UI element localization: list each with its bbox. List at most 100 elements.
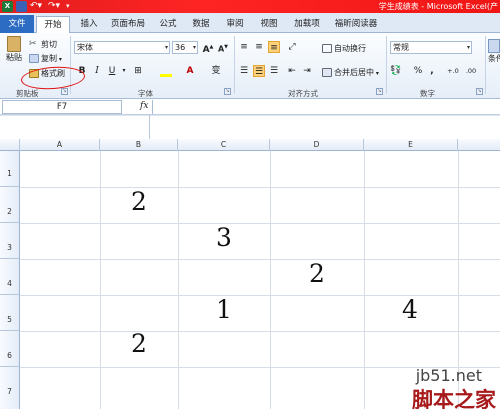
ribbon: 粘贴 ✂ 剪切 复制 ▾ 格式刷 剪贴板 ↘ 宋体 ▾ 36 ▾ A▲ A▼ B I … [0, 33, 500, 99]
paste-button[interactable]: 粘贴 [3, 36, 25, 62]
italic-button[interactable]: I [91, 65, 103, 77]
align-center-icon[interactable]: ☰ [253, 65, 265, 77]
cell-b2[interactable]: 2 [119, 187, 159, 216]
row-header-1[interactable]: 1 [0, 151, 20, 187]
number-group-label: 数字 [420, 89, 435, 98]
font-size-select[interactable]: 36 ▾ [172, 41, 198, 54]
merge-cells-icon [322, 68, 332, 77]
cut-button[interactable]: ✂ 剪切 [29, 39, 57, 50]
row-header-2[interactable]: 2 [0, 187, 20, 223]
dialog-launcher-icon[interactable]: ↘ [376, 88, 383, 95]
font-name-value: 宋体 [77, 43, 93, 52]
currency-icon[interactable]: 💱 [390, 65, 402, 77]
percent-button[interactable]: % [412, 65, 424, 77]
font-name-select[interactable]: 宋体 ▾ [74, 41, 170, 54]
tab-foxit-reader[interactable]: 福昕阅读器 [330, 16, 382, 33]
scissors-icon: ✂ [29, 39, 37, 49]
tab-formulas[interactable]: 公式 [155, 16, 181, 33]
column-header-c[interactable]: C [178, 139, 270, 151]
row-header-7[interactable]: 7 [0, 367, 20, 409]
column-headers: A B C D E [0, 139, 500, 151]
formula-input[interactable] [152, 100, 498, 114]
align-middle-icon[interactable]: ≡ [253, 41, 265, 53]
gridline [178, 151, 179, 409]
cell-c5[interactable]: 1 [204, 295, 244, 324]
column-header-e[interactable]: E [364, 139, 458, 151]
cell-b6[interactable]: 2 [119, 329, 159, 358]
row-header-6[interactable]: 6 [0, 331, 20, 367]
column-header-a[interactable]: A [20, 139, 100, 151]
name-box[interactable]: F7 [2, 100, 122, 114]
column-header-b[interactable]: B [100, 139, 178, 151]
customize-quick-access-icon[interactable]: ▾ [66, 1, 77, 12]
increase-decimal-button[interactable]: +.0 [445, 65, 461, 77]
cell-e5[interactable]: 4 [390, 295, 430, 324]
font-group-label: 字体 [138, 89, 153, 98]
tab-review[interactable]: 审阅 [222, 16, 248, 33]
name-box-area [0, 115, 150, 139]
dialog-launcher-icon[interactable]: ↘ [476, 88, 483, 95]
align-right-icon[interactable]: ☰ [268, 65, 280, 77]
font-color-icon[interactable]: A [184, 65, 196, 77]
tab-insert[interactable]: 插入 [76, 16, 102, 33]
number-format-value: 常规 [393, 43, 409, 52]
paste-icon [7, 36, 21, 52]
orientation-icon[interactable]: ⤢ [286, 41, 298, 53]
tab-data[interactable]: 数据 [188, 16, 214, 33]
copy-button[interactable]: 复制 ▾ [29, 53, 62, 64]
gridline [364, 151, 365, 409]
tab-addins[interactable]: 加载项 [290, 16, 324, 33]
align-top-icon[interactable]: ≡ [238, 41, 250, 53]
cell-c3[interactable]: 3 [204, 223, 244, 252]
chevron-down-icon: ▾ [164, 44, 168, 51]
alignment-group-label: 对齐方式 [288, 89, 318, 98]
chevron-down-icon[interactable]: ▾ [118, 65, 130, 77]
shrink-font-button[interactable]: A▼ [217, 41, 229, 54]
underline-button[interactable]: U [106, 65, 118, 77]
comma-button[interactable]: , [426, 65, 438, 77]
phonetic-button[interactable]: 变 [210, 65, 222, 77]
merge-center-button[interactable]: 合并后居中 ▾ [322, 67, 379, 78]
undo-icon[interactable]: ↶▾ [30, 1, 44, 12]
number-format-select[interactable]: 常规 ▾ [390, 41, 472, 54]
decrease-decimal-button[interactable]: .00 [463, 65, 479, 77]
watermark-site: jb51.net [415, 366, 482, 385]
tab-page-layout[interactable]: 页面布局 [106, 16, 150, 33]
wrap-text-button[interactable]: 自动换行 [322, 43, 366, 54]
window-title: 学生成绩表 - Microsoft Excel(产 [378, 2, 498, 11]
dialog-launcher-icon[interactable]: ↘ [224, 88, 231, 95]
wrap-text-label: 自动换行 [334, 44, 366, 53]
redo-icon[interactable]: ↷▾ [48, 1, 62, 12]
conditional-formatting-label: 条件格 [488, 54, 500, 63]
paste-label: 粘贴 [6, 53, 22, 62]
gridline [20, 331, 500, 332]
borders-icon[interactable]: ⊞ [132, 65, 144, 77]
copy-label: 复制 [41, 54, 57, 63]
ribbon-tabs: 文件 开始 插入 页面布局 公式 数据 审阅 视图 加载项 福昕阅读器 [0, 13, 500, 34]
excel-app-icon[interactable]: X [2, 1, 13, 12]
fx-icon[interactable]: fx [140, 101, 148, 111]
tab-view[interactable]: 视图 [256, 16, 282, 33]
align-bottom-icon[interactable]: ≡ [268, 41, 280, 53]
chevron-down-icon: ▾ [192, 44, 196, 51]
increase-indent-icon[interactable]: ⇥ [301, 65, 313, 77]
row-header-3[interactable]: 3 [0, 223, 20, 259]
row-header-5[interactable]: 5 [0, 295, 20, 331]
conditional-formatting-button[interactable]: 条件格 [488, 39, 500, 64]
tab-file[interactable]: 文件 [0, 15, 34, 33]
row-header-4[interactable]: 4 [0, 259, 20, 295]
formula-bar: F7 fx [0, 99, 500, 115]
save-icon[interactable] [16, 1, 27, 12]
select-all-corner[interactable] [0, 139, 20, 151]
decrease-indent-icon[interactable]: ⇤ [286, 65, 298, 77]
column-header-d[interactable]: D [270, 139, 364, 151]
chevron-down-icon: ▾ [57, 56, 62, 63]
copy-icon [29, 54, 39, 63]
fill-color-icon[interactable] [160, 65, 172, 77]
align-left-icon[interactable]: ☰ [238, 65, 250, 77]
tab-home[interactable]: 开始 [36, 16, 70, 34]
dialog-launcher-icon[interactable]: ↘ [61, 88, 68, 95]
gridline [20, 223, 500, 224]
grow-font-button[interactable]: A▲ [202, 41, 214, 55]
cell-d4[interactable]: 2 [297, 259, 337, 288]
